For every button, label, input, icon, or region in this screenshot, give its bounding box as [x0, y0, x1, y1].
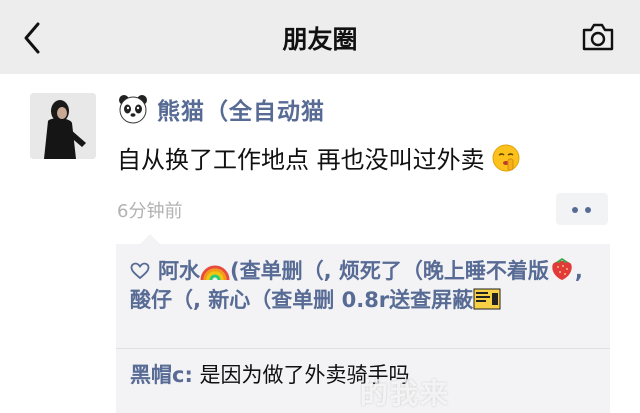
- comment-author: 黑帽c:: [130, 363, 193, 387]
- post-timestamp: 6分钟前: [117, 201, 183, 222]
- post-text: 自从换了工作地点 再也没叫过外卖: [117, 146, 485, 174]
- strawberry-emoji-icon: [552, 258, 572, 280]
- post-content: 自从换了工作地点 再也没叫过外卖: [117, 140, 521, 175]
- camera-icon: [582, 23, 614, 51]
- ticket-emoji-icon: [473, 288, 501, 310]
- heart-outline-icon: [130, 262, 150, 280]
- avatar[interactable]: [30, 93, 96, 159]
- author-name: 熊猫（全自动猫: [157, 99, 325, 125]
- camera-button[interactable]: [580, 20, 616, 54]
- rainbow-emoji-icon: [200, 265, 230, 281]
- avatar-photo: [30, 93, 96, 159]
- likes-list[interactable]: 阿水 (查单删（, 烦死了（晚上睡不着版 , 酸仔（, 新心（查单删 0.8r送…: [130, 254, 600, 315]
- shushing-face-emoji-icon: [492, 144, 520, 171]
- top-nav-bar: 朋友圈: [0, 0, 640, 74]
- panda-emoji-icon: [119, 95, 147, 124]
- like-name: 阿水: [158, 259, 200, 283]
- page-title: 朋友圈: [282, 25, 358, 54]
- divider: [116, 348, 610, 349]
- dot: [572, 207, 578, 213]
- dot: [585, 207, 591, 213]
- author-name-row[interactable]: 熊猫（全自动猫: [117, 92, 325, 126]
- more-actions-button[interactable]: [556, 193, 608, 225]
- watermark-text: 的我来: [360, 377, 451, 410]
- like-names-continued: (查单删（, 烦死了（晚上睡不着版: [230, 259, 549, 283]
